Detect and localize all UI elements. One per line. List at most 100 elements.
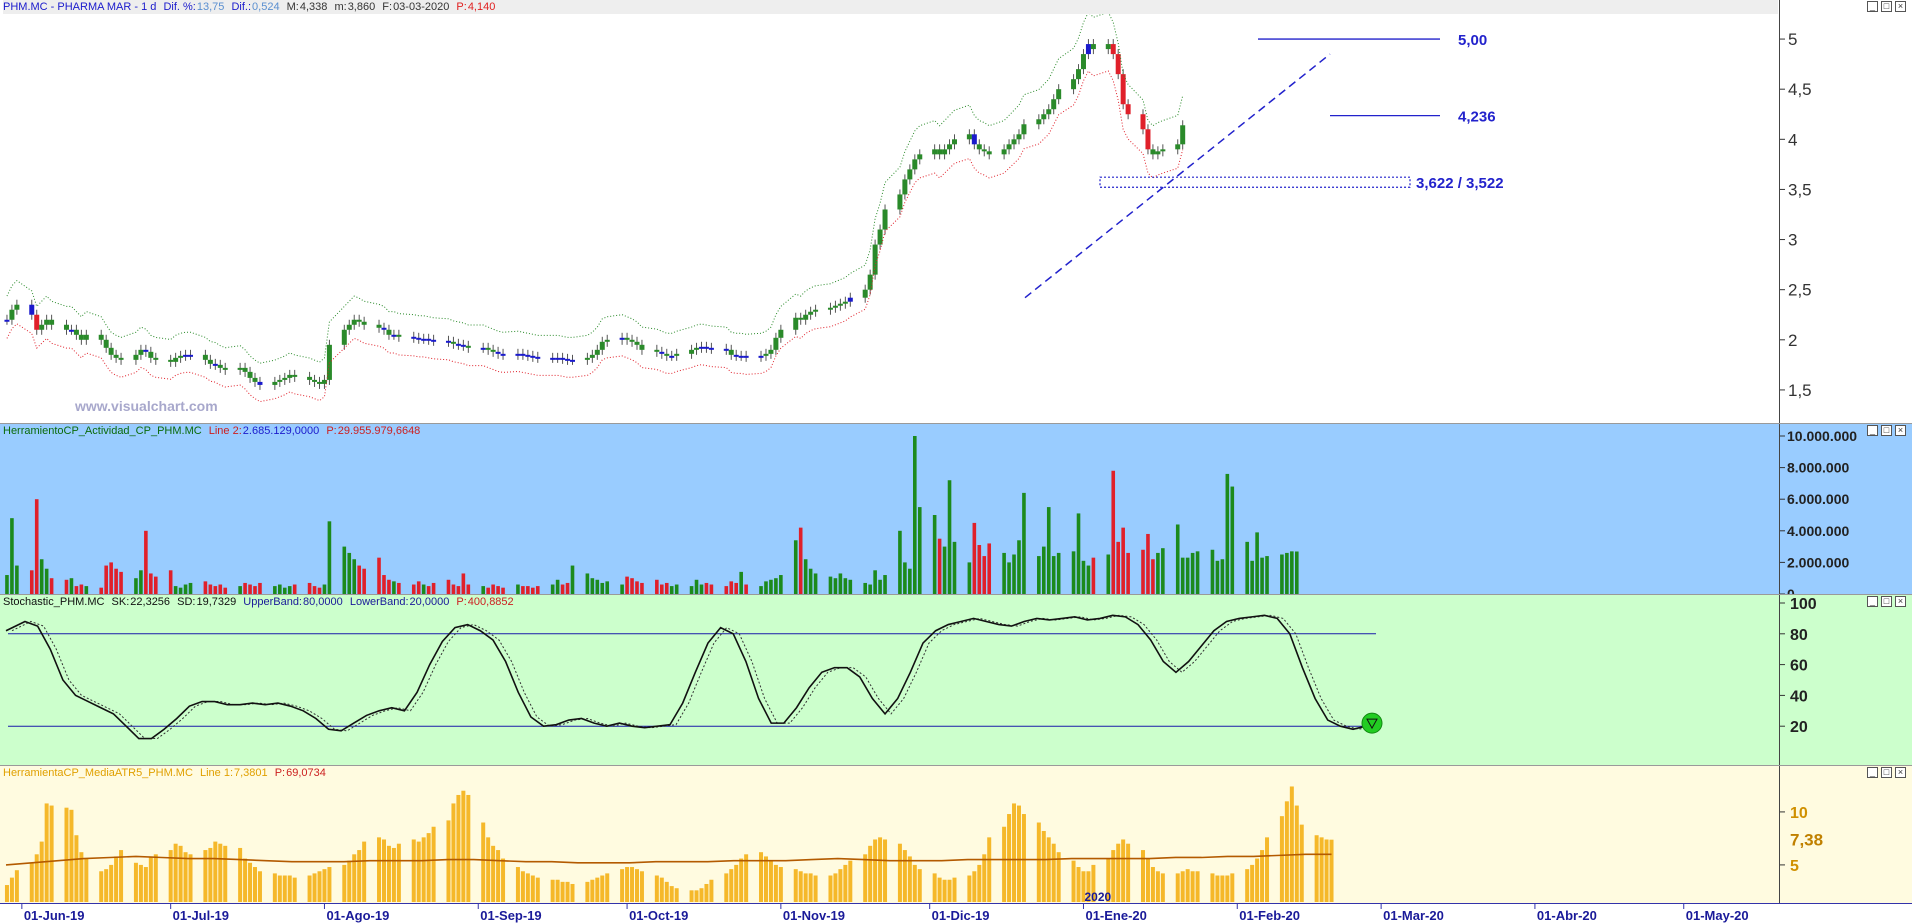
close-value: 4,140	[467, 1, 496, 13]
candle-body	[698, 346, 704, 349]
close-icon[interactable]: ×	[1895, 425, 1906, 436]
volume-bar	[153, 576, 158, 594]
stoch-sd: 19,7329	[196, 596, 237, 608]
close-icon[interactable]: ×	[1895, 1, 1906, 12]
atr-pane[interactable]: HerramientaCP_MediaATR5_PHM.MC Line 1:7,…	[0, 765, 1912, 904]
volume-bar	[287, 586, 292, 594]
maximize-icon[interactable]: □	[1881, 767, 1892, 778]
volume-bar	[64, 579, 69, 594]
atr-bar	[1215, 875, 1220, 902]
minimize-icon[interactable]: _	[1867, 596, 1878, 607]
close-icon[interactable]: ×	[1895, 596, 1906, 607]
candle-body	[307, 376, 313, 380]
candle-body	[634, 341, 640, 345]
volume-bar	[605, 581, 610, 594]
volume-bar	[1071, 551, 1076, 594]
atr-bar	[143, 867, 148, 902]
atr-bar	[838, 869, 843, 902]
atr-bar	[39, 841, 44, 902]
atr-bar	[386, 845, 391, 902]
atr-bar	[1260, 850, 1265, 902]
atr-bar	[813, 875, 818, 902]
candle-body	[733, 354, 739, 357]
atr-bar	[1160, 873, 1165, 902]
volume-bar	[535, 586, 540, 594]
volume-bar	[739, 571, 743, 594]
minimize-icon[interactable]: _	[1867, 767, 1878, 778]
atr-bar	[803, 873, 808, 902]
price-pane[interactable]: PHM.MC - PHARMA MAR - 1 d Dif. %:13,75 D…	[0, 0, 1912, 423]
stoch-lb: 20,0000	[409, 596, 450, 608]
atr-bar	[1319, 837, 1324, 902]
maximize-icon[interactable]: □	[1881, 425, 1892, 436]
atr-chart: 10 5 7,38 2020	[4, 786, 1823, 904]
atr-bar	[709, 879, 714, 902]
atr-window-buttons: _ □ ×	[1864, 767, 1906, 778]
atr-bar	[377, 837, 382, 902]
minimize-icon[interactable]: _	[1867, 425, 1878, 436]
price-window-buttons: _ □ ×	[1864, 1, 1906, 12]
candle-body	[1140, 114, 1146, 130]
atr-bar	[773, 864, 778, 902]
volume-bar	[139, 570, 143, 594]
candle-body	[664, 353, 670, 356]
atr-bar	[1180, 871, 1185, 902]
volume-bar	[1046, 507, 1051, 594]
candle-body	[178, 355, 184, 358]
maximize-icon[interactable]: □	[1881, 1, 1892, 12]
volume-bar	[987, 543, 992, 594]
atr-bar	[411, 839, 416, 902]
max-value: 4,338	[299, 1, 328, 13]
atr-bar	[213, 841, 218, 902]
maximize-icon[interactable]: □	[1881, 596, 1892, 607]
candle-body	[292, 374, 298, 377]
atr-bar	[34, 854, 39, 902]
volume-bar	[699, 584, 704, 594]
volume-bar	[848, 579, 853, 594]
candle-body	[1006, 144, 1012, 150]
volume-bar	[109, 562, 113, 594]
volume-bar	[565, 582, 570, 594]
atr-bar	[347, 860, 352, 902]
date-value: 03-03-2020	[393, 1, 450, 13]
atr-bar	[481, 822, 486, 902]
volume-y-tick-label: 4.000.000	[1787, 523, 1849, 539]
candle-body	[316, 381, 322, 384]
stoch-ub-label: UpperBand:	[243, 596, 302, 608]
minimize-icon[interactable]: _	[1867, 1, 1878, 12]
volume-bar	[734, 582, 739, 594]
candle-body	[560, 357, 566, 360]
atr-bar	[987, 837, 992, 902]
volume-bar	[843, 578, 848, 594]
volume-pane[interactable]: HerramientoCP_Actividad_CP_PHM.MC Line 2…	[0, 423, 1912, 595]
candle-body	[445, 340, 451, 343]
volume-bar	[669, 586, 674, 594]
candle-body	[183, 354, 189, 357]
atr-bar	[44, 803, 49, 902]
volume-bar	[456, 586, 461, 594]
stochastic-pane[interactable]: Stochastic_PHM.MC SK:22,3256 SD:19,7329 …	[0, 594, 1912, 765]
atr-bar	[99, 871, 104, 902]
volume-bar	[779, 575, 783, 594]
atr-bar	[223, 845, 228, 902]
candle-body	[589, 354, 595, 358]
candle-body	[396, 334, 402, 337]
volume-bar	[659, 584, 664, 594]
volume-bar	[813, 573, 818, 594]
candle-body	[431, 339, 437, 342]
atr-bar	[1210, 873, 1215, 902]
volume-bar	[903, 562, 907, 594]
candle-body	[520, 353, 526, 356]
atr-bar	[431, 826, 436, 902]
volume-bar	[426, 586, 431, 594]
volume-bar	[342, 546, 347, 594]
candle-body	[138, 349, 144, 355]
atr-bar	[9, 877, 14, 902]
atr-bar	[555, 879, 560, 902]
close-icon[interactable]: ×	[1895, 767, 1906, 778]
candle-body	[703, 346, 709, 349]
atr-bar	[1250, 864, 1255, 902]
volume-bar	[69, 578, 74, 594]
candle-body	[689, 349, 695, 354]
atr-bar	[525, 873, 530, 902]
